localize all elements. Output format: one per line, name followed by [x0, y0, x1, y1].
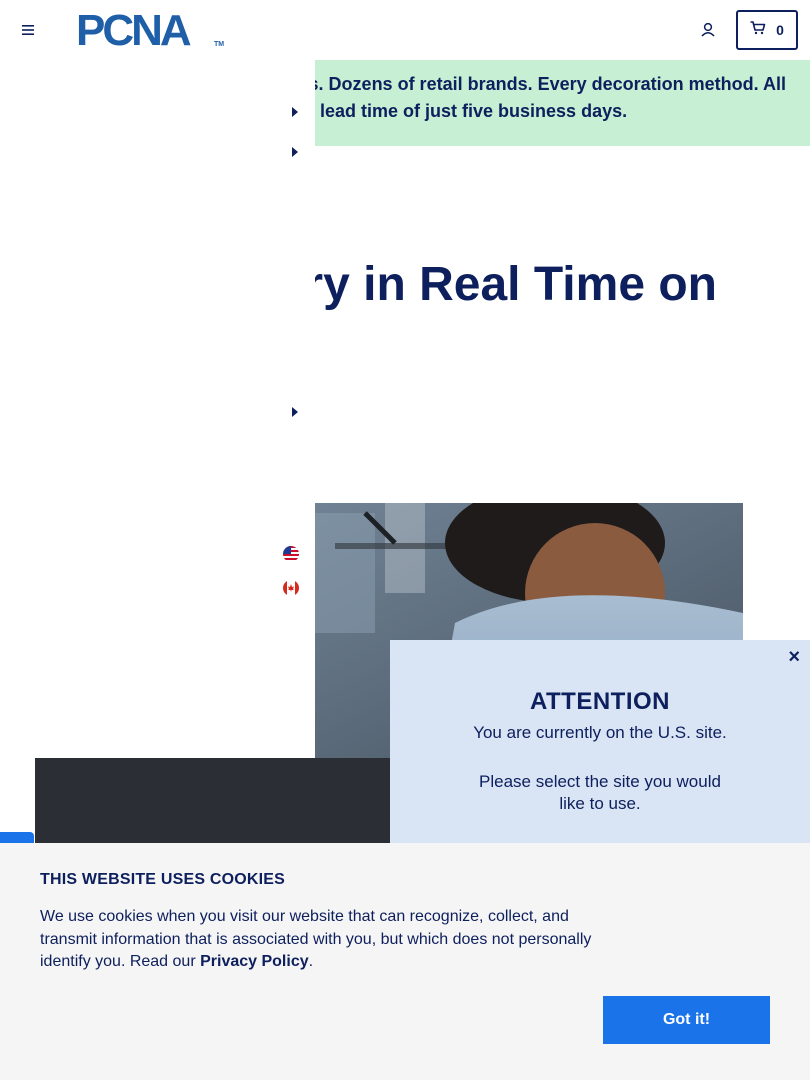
logo-trademark: TM [214, 41, 225, 48]
cookie-period: . [308, 953, 314, 970]
promo-text-line1: s. Dozens of retail brands. Every decora… [308, 74, 786, 94]
cookie-text: We use cookies when you visit our websit… [40, 906, 610, 974]
modal-select-text-line2: like to use. [559, 794, 641, 813]
privacy-policy-link[interactable]: Privacy Policy [200, 953, 309, 970]
cart-button[interactable]: 0 [736, 10, 798, 50]
cookie-title: THIS WEBSITE USES COOKIES [40, 871, 286, 888]
got-it-button[interactable]: Got it! [603, 996, 770, 1044]
cookie-banner: THIS WEBSITE USES COOKIES We use cookies… [0, 843, 810, 1080]
caret-right-icon[interactable] [290, 406, 300, 418]
modal-title: ATTENTION [529, 688, 671, 715]
user-icon[interactable] [698, 20, 718, 40]
side-menu-panel [0, 60, 315, 758]
canada-flag-icon[interactable] [283, 580, 299, 596]
cart-icon [750, 20, 766, 40]
close-icon[interactable]: × [788, 646, 800, 668]
pcna-logo[interactable]: PCNA TM [76, 9, 225, 53]
modal-current-site-text: You are currently on the U.S. site. [473, 723, 727, 742]
modal-select-text-line1: Please select the site you would [479, 772, 721, 791]
caret-right-icon[interactable] [290, 146, 300, 158]
hamburger-icon[interactable] [18, 20, 38, 40]
promo-text-line2: lead time of just five business days. [320, 101, 628, 121]
us-flag-icon[interactable] [283, 546, 299, 562]
logo-text: PCNA [76, 6, 192, 55]
site-header: PCNA TM 0 [0, 0, 810, 60]
caret-right-icon[interactable] [290, 106, 300, 118]
site-selection-modal: × ATTENTION You are currently on the U.S… [390, 640, 810, 850]
cart-count: 0 [776, 22, 784, 38]
cookie-body: We use cookies when you visit our websit… [40, 908, 592, 970]
